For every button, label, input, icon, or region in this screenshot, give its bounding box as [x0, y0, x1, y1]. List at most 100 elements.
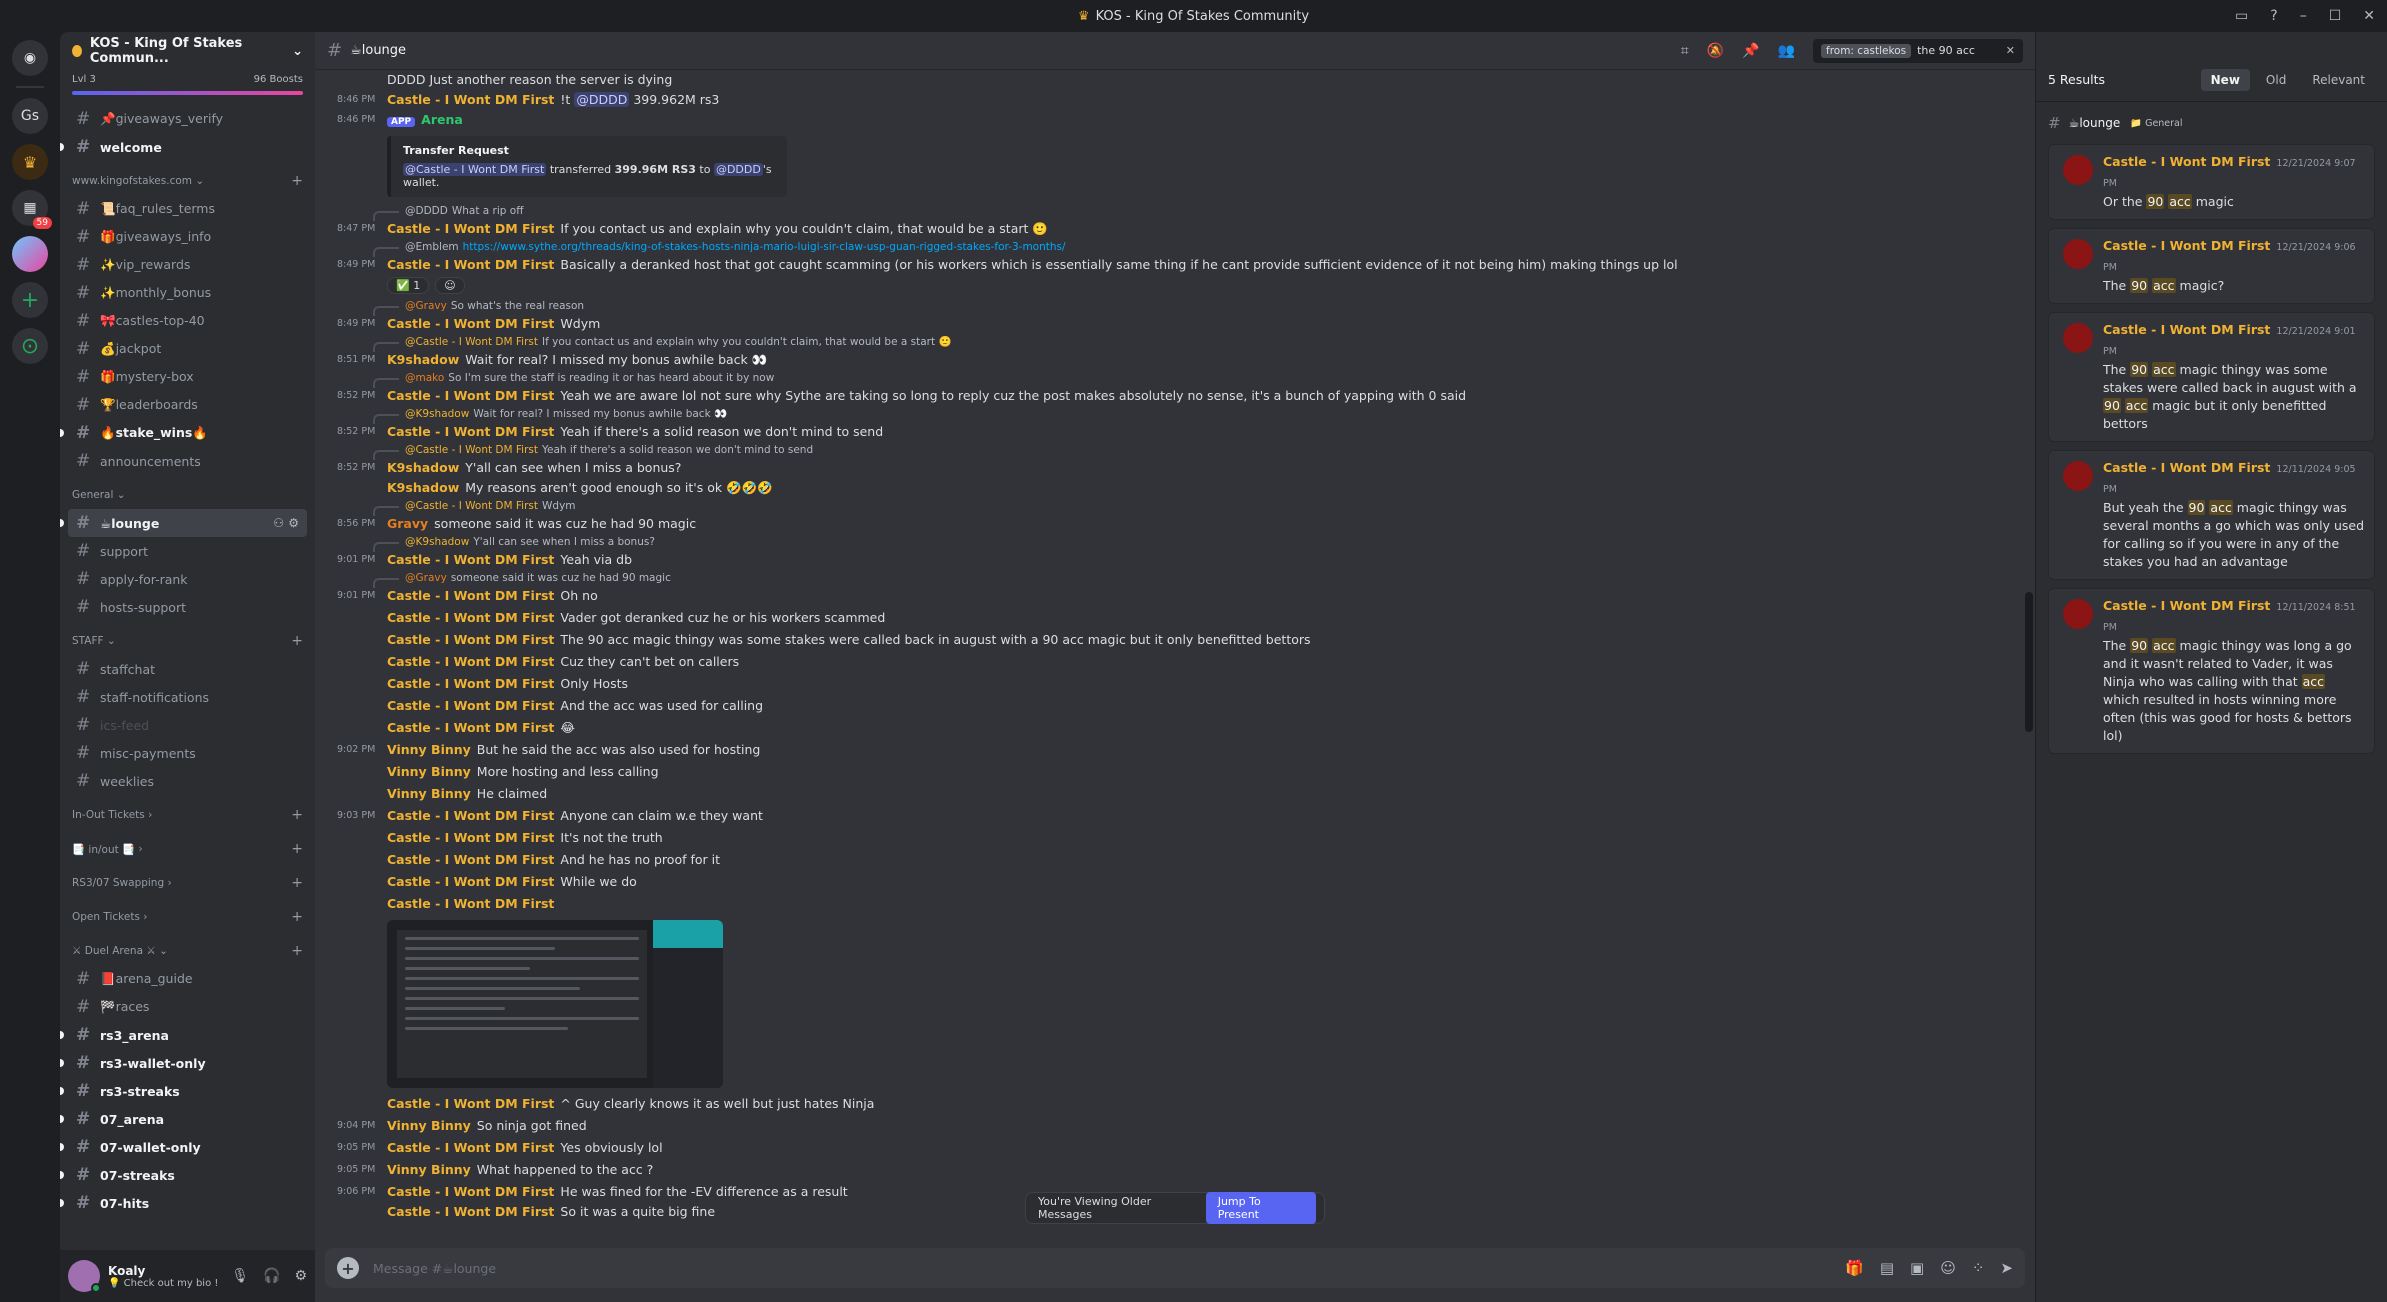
- sticker-icon[interactable]: ▣: [1910, 1259, 1924, 1277]
- channel-announcements[interactable]: # announcements: [68, 447, 307, 475]
- message-input[interactable]: Message #☕lounge: [373, 1261, 496, 1276]
- author[interactable]: K9shadow: [387, 480, 459, 495]
- maximize-button[interactable]: ☐: [2329, 8, 2342, 24]
- threads-icon[interactable]: ⌗: [1681, 43, 1689, 59]
- result-channel[interactable]: # ☕lounge 📁 General: [2036, 102, 2387, 138]
- reply-preview[interactable]: @Gravy So what's the real reason: [337, 298, 2025, 316]
- channel-castles-top-40[interactable]: # 🎀castles-top-40: [68, 307, 307, 335]
- reply-preview[interactable]: @Gravy someone said it was cuz he had 90 …: [337, 570, 2025, 588]
- tab-relevant[interactable]: Relevant: [2302, 69, 2375, 91]
- category-staff[interactable]: STAFF ⌄ +: [60, 627, 315, 655]
- channel-faq[interactable]: # 📜faq_rules_terms: [68, 195, 307, 223]
- author[interactable]: Castle - I Wont DM First: [387, 1184, 554, 1199]
- channel-jackpot[interactable]: # 💰jackpot: [68, 335, 307, 363]
- reply-link[interactable]: https://www.sythe.org/threads/king-of-st…: [463, 241, 1066, 253]
- author[interactable]: Castle - I Wont DM First: [387, 552, 554, 567]
- channel-rs3-arena[interactable]: # rs3_arena: [60, 1021, 307, 1049]
- boost-row[interactable]: Lvl 3 96 Boosts: [60, 70, 315, 85]
- send-icon[interactable]: ➤: [2000, 1259, 2013, 1277]
- minimize-button[interactable]: –: [2300, 8, 2307, 24]
- upload-plus-icon[interactable]: +: [337, 1257, 359, 1279]
- channel-vip-rewards[interactable]: # ✨vip_rewards: [68, 251, 307, 279]
- clear-search-icon[interactable]: ✕: [2006, 44, 2015, 57]
- pin-icon[interactable]: 📌: [1742, 43, 1759, 59]
- channel-mystery-box[interactable]: # 🎁mystery-box: [68, 363, 307, 391]
- channel-misc-payments[interactable]: # misc-payments: [68, 739, 307, 767]
- channel-apply-for-rank[interactable]: # apply-for-rank: [68, 565, 307, 593]
- reply-preview[interactable]: @Castle - I Wont DM First Wdym: [337, 498, 2025, 516]
- channel-staffchat[interactable]: # staffchat: [68, 655, 307, 683]
- author[interactable]: Vinny Binny: [387, 742, 471, 757]
- channel-stake-wins[interactable]: # 🔥stake_wins🔥: [60, 419, 307, 447]
- guild-header[interactable]: KOS - King Of Stakes Commun... ⌄: [60, 32, 315, 70]
- search-result[interactable]: Castle - I Wont DM First 12/11/2024 9:05 …: [2048, 450, 2375, 580]
- author[interactable]: Castle - I Wont DM First: [387, 257, 554, 272]
- reply-preview[interactable]: @K9shadow Y'all can see when I miss a bon…: [337, 534, 2025, 552]
- notification-bell-icon[interactable]: 🔕: [1707, 43, 1724, 59]
- author[interactable]: Castle - I Wont DM First: [387, 676, 554, 691]
- channel-support[interactable]: # support: [68, 537, 307, 565]
- mention[interactable]: @DDDD: [574, 92, 630, 107]
- add-reaction-icon[interactable]: ☺: [435, 277, 465, 294]
- reply-preview[interactable]: @Castle - I Wont DM First If you contact …: [337, 334, 2025, 352]
- reaction[interactable]: ✅ 1: [387, 277, 430, 294]
- category-duel-arena[interactable]: ⚔ Duel Arena ⚔ ⌄ +: [60, 937, 315, 965]
- author[interactable]: Castle - I Wont DM First: [387, 874, 554, 889]
- image-attachment[interactable]: [387, 920, 723, 1088]
- author[interactable]: Gravy: [387, 516, 428, 531]
- author[interactable]: Vinny Binny: [387, 786, 471, 801]
- inbox-icon[interactable]: ▭: [2235, 8, 2248, 24]
- avatar[interactable]: [68, 1260, 101, 1293]
- reply-preview[interactable]: @mako So I'm sure the staff is reading it…: [337, 370, 2025, 388]
- add-channel-icon[interactable]: +: [291, 173, 303, 189]
- author[interactable]: Castle - I Wont DM First: [387, 720, 554, 735]
- server-kos-icon[interactable]: ♛: [12, 144, 48, 180]
- gif-icon[interactable]: ▤: [1880, 1259, 1894, 1277]
- channel-07-streaks[interactable]: #07-streaks: [60, 1161, 307, 1189]
- headphones-icon[interactable]: 🎧: [263, 1268, 280, 1284]
- close-button[interactable]: ✕: [2363, 8, 2375, 24]
- channel-welcome[interactable]: # welcome: [60, 133, 307, 161]
- author[interactable]: Castle - I Wont DM First: [387, 92, 554, 107]
- author[interactable]: Castle - I Wont DM First: [387, 852, 554, 867]
- channel-07-wallet-only[interactable]: #07-wallet-only: [60, 1133, 307, 1161]
- channel-monthly-bonus[interactable]: # ✨monthly_bonus: [68, 279, 307, 307]
- add-channel-icon[interactable]: +: [291, 807, 303, 823]
- channel-staff-notifications[interactable]: # staff-notifications: [68, 683, 307, 711]
- search-filter-chip[interactable]: from: castlekos: [1821, 43, 1912, 58]
- add-channel-icon[interactable]: +: [291, 943, 303, 959]
- apps-icon[interactable]: ⁘: [1972, 1259, 1985, 1277]
- search-result[interactable]: Castle - I Wont DM First 12/11/2024 8:51 …: [2048, 588, 2375, 754]
- jump-to-present-button[interactable]: Jump To Present: [1205, 1192, 1316, 1224]
- author[interactable]: Vinny Binny: [387, 1162, 471, 1177]
- channel-weeklies[interactable]: # weeklies: [68, 767, 307, 795]
- channel-ics-feed[interactable]: # ics-feed: [68, 711, 307, 739]
- category-inout[interactable]: 📑 in/out 📑 › +: [60, 835, 315, 863]
- channel-leaderboards[interactable]: # 🏆leaderboards: [68, 391, 307, 419]
- add-server-icon[interactable]: +: [12, 282, 48, 318]
- reply-preview[interactable]: @Castle - I Wont DM First Yeah if there's…: [337, 442, 2025, 460]
- channel-rs3-wallet-only[interactable]: # rs3-wallet-only: [60, 1049, 307, 1077]
- add-channel-icon[interactable]: +: [291, 633, 303, 649]
- author[interactable]: Castle - I Wont DM First: [387, 316, 554, 331]
- members-icon[interactable]: 👥: [1778, 43, 1795, 59]
- author[interactable]: Castle - I Wont DM First: [387, 424, 554, 439]
- author[interactable]: Castle - I Wont DM First: [387, 1096, 554, 1111]
- author[interactable]: Castle - I Wont DM First: [387, 830, 554, 845]
- category-site[interactable]: www.kingofstakes.com ⌄ +: [60, 167, 315, 195]
- tab-old[interactable]: Old: [2256, 69, 2296, 91]
- channel-07-arena[interactable]: #07_arena: [60, 1105, 307, 1133]
- add-channel-icon[interactable]: +: [291, 841, 303, 857]
- user-info[interactable]: Koaly 💡 Check out my bio !: [108, 1264, 218, 1289]
- author[interactable]: Castle - I Wont DM First: [387, 221, 554, 236]
- search-result[interactable]: Castle - I Wont DM First 12/21/2024 9:07 …: [2048, 144, 2375, 220]
- author[interactable]: Castle - I Wont DM First: [387, 610, 554, 625]
- search-result[interactable]: Castle - I Wont DM First 12/21/2024 9:06 …: [2048, 228, 2375, 304]
- add-channel-icon[interactable]: +: [291, 909, 303, 925]
- help-icon[interactable]: ?: [2270, 8, 2277, 24]
- server-gs[interactable]: Gs: [12, 98, 48, 134]
- tab-new[interactable]: New: [2200, 68, 2250, 91]
- reply-preview[interactable]: @DDDD What a rip off: [337, 203, 2025, 221]
- author[interactable]: Castle - I Wont DM First: [387, 698, 554, 713]
- reply-preview[interactable]: @Emblem https://www.sythe.org/threads/kin…: [337, 239, 2025, 257]
